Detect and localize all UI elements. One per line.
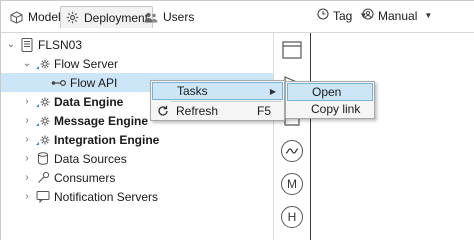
flow-server-gear-icon — [35, 56, 51, 72]
menu-item-label: Refresh — [176, 104, 219, 118]
gear-icon — [65, 11, 79, 25]
chevron-right-icon[interactable]: › — [21, 153, 33, 164]
submenu-arrow-icon: ▶ — [269, 86, 276, 96]
tree-item-integration-engine[interactable]: › Integration Engine — [1, 130, 273, 149]
integration-engine-gear-icon — [35, 132, 51, 148]
chevron-right-icon[interactable]: › — [21, 172, 33, 183]
design-canvas[interactable] — [310, 33, 474, 240]
palette-wave-icon[interactable] — [280, 139, 304, 163]
menu-item-open[interactable]: Open — [287, 83, 373, 101]
cube-icon — [9, 10, 23, 24]
tree-item-data-sources[interactable]: › Data Sources — [1, 149, 273, 168]
manual-dropdown[interactable]: Manual ▼ — [362, 8, 432, 23]
api-icon — [51, 75, 67, 91]
tab-model-label: Model — [28, 10, 61, 24]
tag-label: Tag — [333, 8, 353, 23]
tree-item-label: FLSN03 — [38, 37, 83, 52]
tree-item-label: Consumers — [54, 170, 116, 185]
database-icon — [35, 151, 51, 167]
palette-h-icon[interactable]: H — [280, 205, 304, 229]
tree-item-label: Notification Servers — [54, 189, 159, 204]
chevron-right-icon[interactable]: › — [21, 96, 33, 107]
menu-item-copy-link[interactable]: Copy link — [287, 100, 373, 118]
tab-model[interactable]: Model — [5, 6, 65, 28]
tree-item-flow-server[interactable]: ⌄ Flow Server — [1, 54, 273, 73]
tree-item-label: Integration Engine — [54, 132, 160, 147]
chevron-right-icon[interactable]: › — [21, 191, 33, 202]
menu-item-shortcut: F5 — [256, 104, 271, 118]
notification-icon — [35, 189, 51, 205]
users-icon — [144, 10, 158, 24]
tree-item-consumers[interactable]: › Consumers — [1, 168, 273, 187]
tab-users[interactable]: Users — [140, 6, 198, 28]
tasks-submenu: Open Copy link — [285, 81, 375, 119]
palette-m-label: M — [281, 173, 303, 195]
chevron-down-icon: ▼ — [424, 11, 433, 20]
tree-item-label: Flow API — [70, 75, 118, 90]
refresh-icon — [156, 104, 170, 118]
palette-h-label: H — [281, 206, 303, 228]
context-menu: Tasks ▶ Refresh F5 — [150, 80, 285, 121]
consumer-icon — [35, 170, 51, 186]
palette-window-icon[interactable] — [280, 38, 304, 62]
user-circle-icon — [362, 8, 374, 23]
menu-item-label: Open — [312, 85, 342, 99]
tab-deployment-label: Deployment — [84, 10, 149, 25]
tree-item-root[interactable]: ⌄ FLSN03 — [1, 35, 273, 54]
top-tab-bar: Model Deployment Users Tag ▼ Manual ▼ — [1, 1, 474, 33]
deployment-tree: ⌄ FLSN03 ⌄ Flow Server Flow API › Data E… — [1, 33, 273, 240]
menu-item-label: Copy link — [311, 102, 361, 116]
chevron-right-icon[interactable]: › — [21, 115, 33, 126]
tree-item-label: Message Engine — [54, 113, 149, 128]
tree-item-notification-servers[interactable]: › Notification Servers — [1, 187, 273, 206]
menu-item-tasks[interactable]: Tasks ▶ — [152, 82, 283, 100]
app-window: Model Deployment Users Tag ▼ Manual ▼ ⌄ … — [0, 0, 474, 240]
palette-m-icon[interactable]: M — [280, 172, 304, 196]
tab-users-label: Users — [163, 10, 195, 24]
tree-item-label: Data Engine — [54, 94, 124, 109]
clock-icon — [317, 8, 329, 23]
server-icon — [19, 37, 35, 53]
chevron-down-icon[interactable]: ⌄ — [5, 39, 17, 50]
manual-label: Manual — [378, 8, 418, 23]
chevron-down-icon[interactable]: ⌄ — [21, 58, 33, 69]
tree-item-label: Data Sources — [54, 151, 127, 166]
data-engine-gear-icon — [35, 94, 51, 110]
tree-item-label: Flow Server — [54, 56, 119, 71]
chevron-right-icon[interactable]: › — [21, 134, 33, 145]
message-engine-gear-icon — [35, 113, 51, 129]
menu-item-label: Tasks — [177, 84, 208, 98]
shape-palette: M H — [274, 33, 310, 240]
menu-item-refresh[interactable]: Refresh F5 — [152, 102, 283, 120]
tag-dropdown[interactable]: Tag ▼ — [317, 8, 367, 23]
